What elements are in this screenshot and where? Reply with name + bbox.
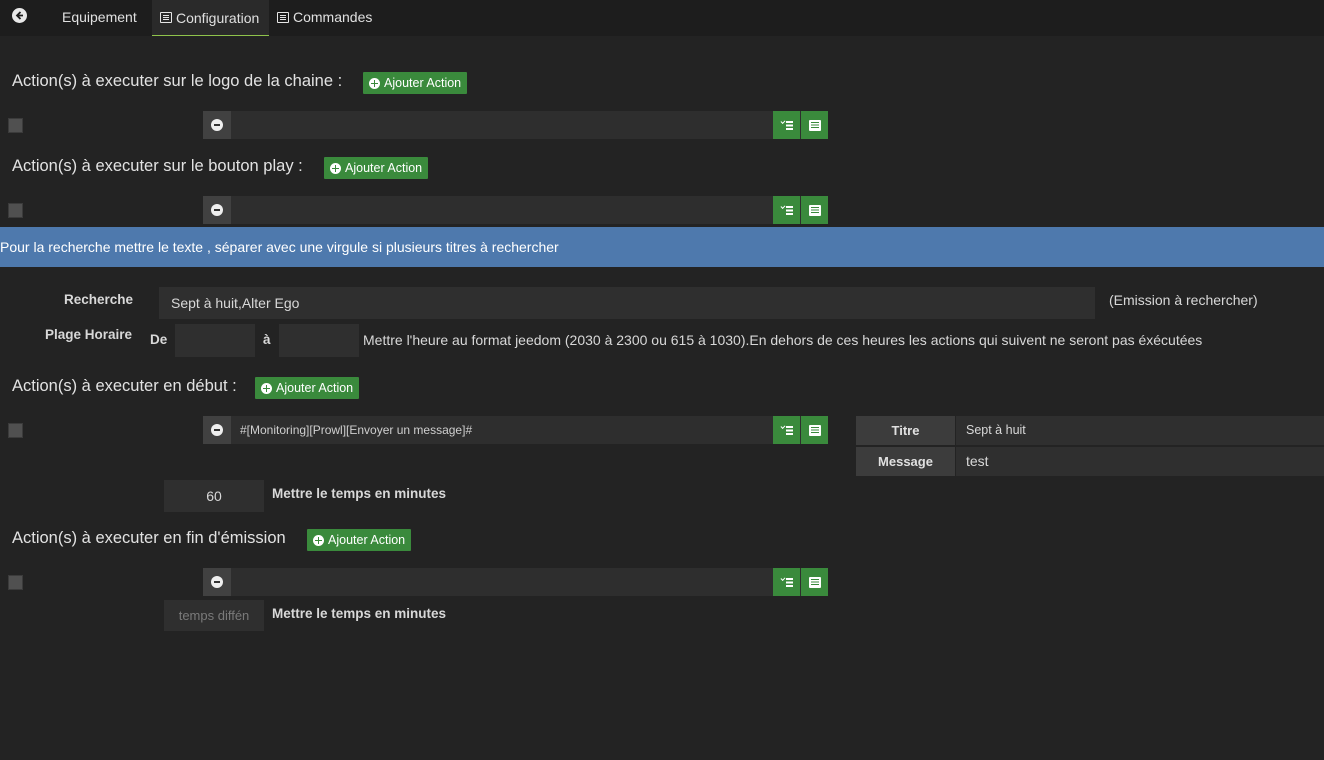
minus-circle-icon bbox=[211, 119, 223, 131]
delay-label-debut: Mettre le temps en minutes bbox=[272, 486, 447, 501]
enable-checkbox-fin[interactable] bbox=[8, 575, 23, 590]
add-action-label: Ajouter Action bbox=[345, 161, 423, 175]
select-command-button[interactable] bbox=[773, 196, 800, 224]
minus-circle-icon bbox=[211, 204, 223, 216]
schedule-to-input[interactable] bbox=[279, 324, 359, 357]
list-icon bbox=[277, 11, 289, 23]
add-action-button-play[interactable]: Ajouter Action bbox=[324, 157, 429, 179]
remove-action-button[interactable] bbox=[203, 196, 231, 224]
plus-circle-icon bbox=[369, 77, 380, 89]
command-input[interactable] bbox=[233, 111, 773, 139]
action-row-play bbox=[203, 196, 828, 224]
schedule-help: Mettre l'heure au format jeedom (2030 à … bbox=[363, 332, 1203, 348]
search-input[interactable]: Sept à huit,Alter Ego bbox=[159, 287, 1095, 319]
list-alt-icon bbox=[808, 424, 821, 436]
tasks-icon bbox=[781, 425, 793, 435]
tasks-icon bbox=[781, 120, 793, 130]
tab-configuration[interactable]: Configuration bbox=[152, 0, 269, 36]
schedule-label: Plage Horaire bbox=[45, 327, 133, 342]
tasks-icon bbox=[781, 205, 793, 215]
add-action-button-logo[interactable]: Ajouter Action bbox=[363, 72, 468, 94]
add-action-button-fin[interactable]: Ajouter Action bbox=[307, 529, 412, 551]
tab-configuration-label: Configuration bbox=[176, 9, 260, 26]
add-action-label: Ajouter Action bbox=[384, 76, 462, 90]
section-title-fin: Action(s) à executer en fin d'émission bbox=[12, 529, 286, 547]
delay-input-debut[interactable]: 60 bbox=[164, 480, 264, 512]
delay-input-fin[interactable]: temps diffén bbox=[164, 600, 264, 631]
section-title-logo: Action(s) à executer sur le logo de la c… bbox=[12, 72, 343, 90]
select-command-button[interactable] bbox=[773, 568, 800, 596]
param-label-titre: Titre bbox=[856, 416, 955, 445]
search-label: Recherche bbox=[64, 292, 134, 307]
list-alt-icon bbox=[808, 576, 821, 588]
list-alt-icon bbox=[808, 119, 821, 131]
remove-action-button[interactable] bbox=[203, 111, 231, 139]
list-icon bbox=[160, 12, 172, 23]
enable-checkbox-debut[interactable] bbox=[8, 423, 23, 438]
schedule-from-input[interactable] bbox=[175, 324, 255, 357]
tab-bar: Equipement Configuration Commandes bbox=[0, 0, 1324, 36]
action-row-logo bbox=[203, 111, 828, 139]
plus-circle-icon bbox=[330, 162, 341, 174]
command-input[interactable] bbox=[233, 568, 773, 596]
select-command-button[interactable] bbox=[773, 416, 800, 444]
tab-equipement-label: Equipement bbox=[62, 9, 137, 25]
schedule-from-label: De bbox=[150, 332, 168, 347]
command-input[interactable]: #[Monitoring][Prowl][Envoyer un message]… bbox=[233, 416, 773, 444]
add-action-label: Ajouter Action bbox=[276, 381, 354, 395]
tab-commandes-label: Commandes bbox=[293, 9, 373, 25]
param-label-message: Message bbox=[856, 447, 955, 476]
select-command-button[interactable] bbox=[773, 111, 800, 139]
minus-circle-icon bbox=[211, 424, 223, 436]
command-input[interactable] bbox=[233, 196, 773, 224]
tab-equipement[interactable]: Equipement bbox=[54, 0, 145, 34]
add-action-label: Ajouter Action bbox=[328, 533, 406, 547]
section-title-play: Action(s) à executer sur le bouton play … bbox=[12, 157, 303, 175]
action-row-debut: #[Monitoring][Prowl][Envoyer un message]… bbox=[203, 416, 828, 444]
list-alt-icon bbox=[808, 204, 821, 216]
back-arrow-icon[interactable] bbox=[12, 8, 27, 23]
plus-circle-icon bbox=[261, 382, 272, 394]
select-list-button[interactable] bbox=[801, 111, 828, 139]
param-input-titre[interactable]: Sept à huit bbox=[956, 416, 1324, 445]
tasks-icon bbox=[781, 577, 793, 587]
remove-action-button[interactable] bbox=[203, 568, 231, 596]
add-action-button-debut[interactable]: Ajouter Action bbox=[255, 377, 360, 399]
info-banner: Pour la recherche mettre le texte , sépa… bbox=[0, 227, 1324, 267]
action-row-fin bbox=[203, 568, 828, 596]
select-list-button[interactable] bbox=[801, 568, 828, 596]
tab-commandes[interactable]: Commandes bbox=[269, 0, 380, 34]
delay-label-fin: Mettre le temps en minutes bbox=[272, 606, 447, 621]
section-title-debut: Action(s) à executer en début : bbox=[12, 377, 237, 395]
enable-checkbox-play[interactable] bbox=[8, 203, 23, 218]
enable-checkbox-logo[interactable] bbox=[8, 118, 23, 133]
search-hint: (Emission à rechercher) bbox=[1109, 292, 1258, 308]
select-list-button[interactable] bbox=[801, 416, 828, 444]
minus-circle-icon bbox=[211, 576, 223, 588]
select-list-button[interactable] bbox=[801, 196, 828, 224]
remove-action-button[interactable] bbox=[203, 416, 231, 444]
param-input-message[interactable]: test bbox=[956, 447, 1324, 476]
schedule-to-label: à bbox=[263, 332, 271, 347]
plus-circle-icon bbox=[313, 534, 324, 546]
